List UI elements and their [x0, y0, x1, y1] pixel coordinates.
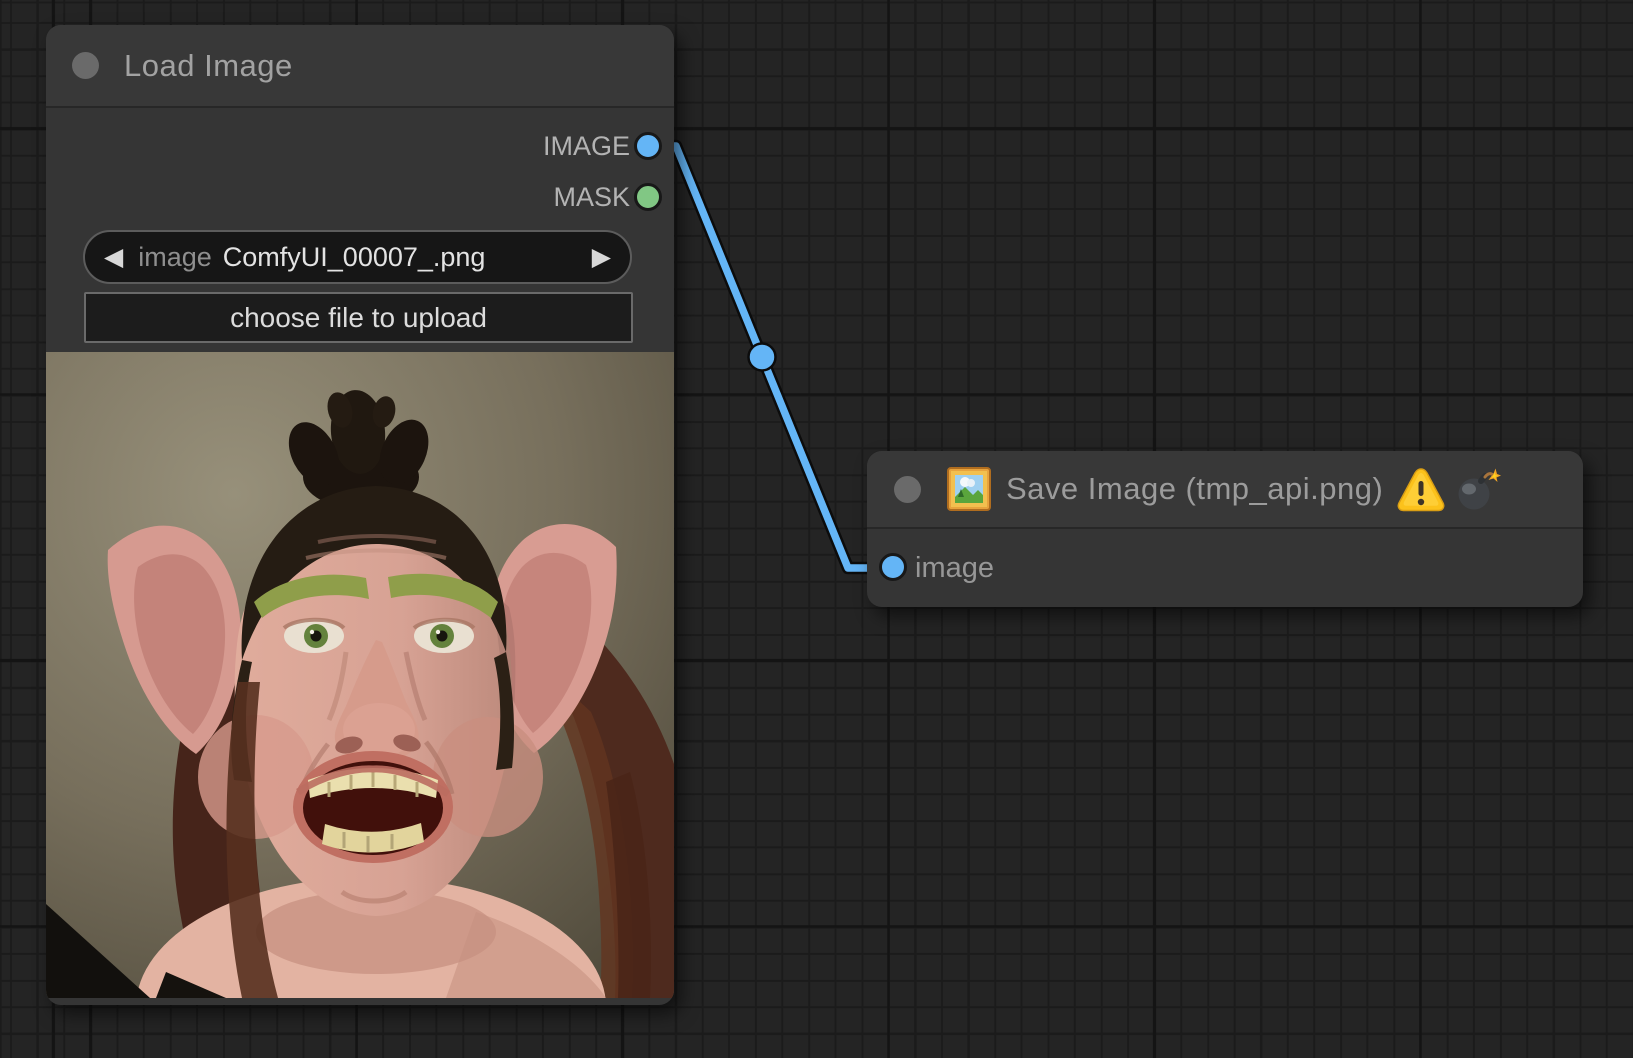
output-slot-image[interactable] — [634, 132, 662, 160]
combo-next-arrow-icon[interactable]: ▶ — [592, 245, 611, 270]
graph-canvas[interactable]: Load Image IMAGE MASK ◀ image ComfyUI_00… — [0, 0, 1633, 1058]
load-image-node[interactable]: Load Image IMAGE MASK ◀ image ComfyUI_00… — [46, 25, 674, 1005]
node-title: Load Image — [124, 48, 293, 84]
warning-icon — [1397, 467, 1445, 512]
combo-value: ComfyUI_00007_.png — [223, 242, 486, 273]
combo-prev-arrow-icon[interactable]: ◀ — [104, 245, 123, 270]
upload-button-label: choose file to upload — [230, 302, 487, 334]
image-preview — [46, 352, 674, 998]
load-image-title-bar[interactable]: Load Image — [46, 25, 674, 108]
link-midpoint-dot[interactable] — [749, 344, 776, 371]
framed-picture-icon — [947, 467, 991, 511]
link-wire-outline — [649, 146, 884, 568]
output-label-image: IMAGE — [543, 130, 630, 162]
save-image-node[interactable]: Save Image (tmp_api.png) image — [867, 451, 1583, 607]
output-label-mask: MASK — [553, 181, 630, 213]
upload-button[interactable]: choose file to upload — [84, 292, 633, 343]
link-wire[interactable] — [649, 146, 884, 568]
save-image-title-bar[interactable]: Save Image (tmp_api.png) — [867, 451, 1583, 529]
collapse-dot[interactable] — [894, 476, 921, 503]
output-slot-mask[interactable] — [634, 183, 662, 211]
bomb-icon — [1455, 467, 1501, 511]
input-slot-image[interactable] — [879, 553, 907, 581]
node-title: Save Image (tmp_api.png) — [1006, 471, 1383, 507]
input-label-image: image — [915, 551, 994, 585]
combo-param-label: image — [138, 242, 212, 273]
image-filename-combo[interactable]: ◀ image ComfyUI_00007_.png ▶ — [83, 230, 632, 284]
collapse-dot[interactable] — [72, 52, 99, 79]
